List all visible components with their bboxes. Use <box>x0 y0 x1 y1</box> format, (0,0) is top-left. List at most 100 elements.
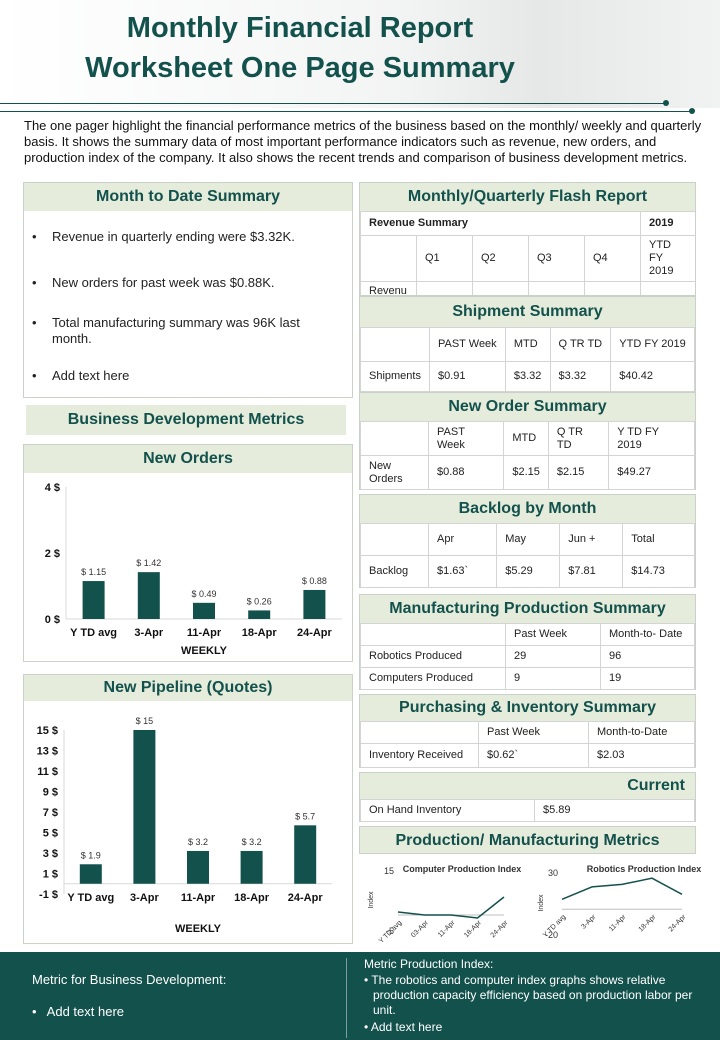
y-tick-label: 1 $ <box>43 869 58 881</box>
x-tick-label: 11-Apr <box>608 913 628 933</box>
computer-index-chart: Computer Production Index15-5IndexY TD a… <box>368 864 522 945</box>
x-tick-label: Y TD avg <box>70 627 117 639</box>
x-tick-label: 24-Apr <box>490 919 510 939</box>
x-tick-label: 18-Apr <box>638 913 658 933</box>
shipment-empty-cell <box>360 327 430 362</box>
purchasing-value: $2.03 <box>588 743 695 768</box>
new-pipeline-title: New Pipeline (Quotes) <box>24 675 352 701</box>
new-orders-panel: New Orders 0 $ 2 $ 4 $ $ 1.15 Y TD avg $ 1.42… <box>23 444 353 662</box>
header-rule-bottom <box>0 111 692 112</box>
manufacturing-row-label: Computers Produced <box>360 667 506 690</box>
mtd-bullet: Revenue in quarterly ending were $3.32K. <box>24 229 344 245</box>
bar <box>294 825 317 884</box>
y-tick-label: -1 $ <box>39 889 58 901</box>
title-line-2: Worksheet One Page Summary <box>85 52 515 84</box>
bar <box>137 572 160 619</box>
y-tick-label: 7 $ <box>43 807 58 819</box>
x-axis-title: WEEKLY <box>175 923 222 935</box>
flash-quarter: Q3 <box>528 235 585 282</box>
bar-value-label: $ 1.9 <box>81 850 101 860</box>
bar <box>187 850 209 884</box>
y-tick-label: 4 $ <box>45 482 60 494</box>
new-pipeline-chart: -1 $ 1 $ 3 $ 5 $ 7 $ 9 $ 11 $ 13 $ 15 $ $ 1.9 Y TD… <box>37 716 332 935</box>
x-tick-label: Y TD avg <box>67 892 114 904</box>
purchasing-table: Past Week Month-to-Date Inventory Receiv… <box>360 721 695 768</box>
x-tick-label: 11-Apr <box>181 892 216 904</box>
backlog-panel: Backlog by Month Apr May Jun + Total Bac… <box>359 494 696 588</box>
y-tick-label: 13 $ <box>37 746 58 758</box>
new-order-header: PAST Week <box>427 421 505 456</box>
bar-value-label: $ 3.2 <box>242 837 262 847</box>
new-order-row-label: New Orders <box>360 455 429 490</box>
purchasing-panel: Purchasing & Inventory Summary Past Week… <box>359 694 696 768</box>
new-order-header: Q TR TD <box>547 421 610 456</box>
y-tick-label: 15 $ <box>37 725 58 737</box>
manufacturing-empty-cell <box>360 623 506 646</box>
x-tick-label: 3-Apr <box>130 892 159 904</box>
series-line <box>561 877 683 900</box>
footer-right-bullet-text: The robotics and computer index graphs s… <box>371 973 693 1017</box>
y-axis-title: Index <box>538 894 545 912</box>
backlog-value: $5.29 <box>496 555 561 588</box>
header-rule-dot-bottom <box>689 108 695 114</box>
bar <box>193 602 215 619</box>
flash-year: 2019 <box>640 211 695 236</box>
chart-title: Computer Production Index <box>403 864 522 874</box>
backlog-row-label: Backlog <box>360 555 429 588</box>
flash-report-table: Revenue Summary 2019 Q1 Q2 Q3 Q4 YTD FY … <box>360 211 695 295</box>
manufacturing-value: 19 <box>600 667 695 690</box>
flash-quarter: Q1 <box>416 235 473 282</box>
bar-value-label: $ 15 <box>136 716 154 726</box>
footer-left-title: Metric for Business Development: <box>32 972 227 987</box>
backlog-header: May <box>496 523 561 556</box>
purchasing-row-label: Inventory Received <box>360 743 479 768</box>
bar <box>303 589 326 619</box>
footer-right-bullet: • Add text here <box>364 1020 443 1034</box>
new-order-title: New Order Summary <box>360 393 695 421</box>
purchasing-value: $0.62` <box>478 743 589 768</box>
shipment-value: $0.91 <box>428 361 506 392</box>
mtd-bullet: Add text here <box>24 368 344 384</box>
backlog-header: Total <box>622 523 695 556</box>
shipment-header: YTD FY 2019 <box>610 327 695 362</box>
shipment-value: $40.42 <box>610 361 695 392</box>
bar <box>133 730 156 884</box>
header-rule-dot-top <box>663 100 669 106</box>
new-pipeline-panel: New Pipeline (Quotes) -1 $ 1 $ 3 $ 5 $ 7 $ 9 … <box>23 674 353 944</box>
purchasing-empty-cell <box>360 721 479 744</box>
x-tick-label: 18-Apr <box>234 892 270 904</box>
purchasing-header: Month-to-Date <box>588 721 695 744</box>
footer-left-bullet: • Add text here <box>32 1004 124 1019</box>
robotics-index-chart: Robotics Production Index30-20IndexY TD … <box>538 864 701 940</box>
manufacturing-title: Manufacturing Production Summary <box>360 595 695 623</box>
bar <box>240 850 263 884</box>
mtd-bullet: Total manufacturing summary was 96K last… <box>24 315 324 347</box>
shipment-header: MTD <box>504 327 551 362</box>
flash-quarter: Q2 <box>472 235 529 282</box>
bar <box>82 581 105 619</box>
shipment-value: $3.32 <box>504 361 551 392</box>
shipment-value: $3.32 <box>549 361 612 392</box>
bar <box>248 610 271 619</box>
flash-quarter: Q4 <box>584 235 641 282</box>
backlog-header: Apr <box>427 523 498 556</box>
shipment-table: PAST Week MTD Q TR TD YTD FY 2019 Shipme… <box>360 327 695 392</box>
footer-right-bullet-text: Add text here <box>370 1020 443 1034</box>
footer-left-bullet-text: Add text here <box>46 1004 124 1019</box>
y-tick-label: 0 $ <box>45 614 60 626</box>
current-panel: Current On Hand Inventory $5.89 <box>359 772 696 822</box>
bar-value-label: $ 0.49 <box>191 589 216 599</box>
new-order-header: Y TD FY 2019 <box>608 421 695 456</box>
current-row-label: On Hand Inventory <box>360 799 535 822</box>
current-value: $5.89 <box>534 799 695 822</box>
manufacturing-header: Past Week <box>505 623 601 646</box>
new-order-header: MTD <box>503 421 549 456</box>
manufacturing-value: 96 <box>600 645 695 668</box>
new-order-empty-cell <box>360 421 429 456</box>
y-tick-label: 2 $ <box>45 548 60 560</box>
x-tick-label: 03-Apr <box>410 919 430 939</box>
backlog-value: $7.81 <box>559 555 624 588</box>
new-order-value: $2.15 <box>547 455 610 490</box>
backlog-value: $14.73 <box>622 555 695 588</box>
y-tick-label: 11 $ <box>37 766 58 778</box>
